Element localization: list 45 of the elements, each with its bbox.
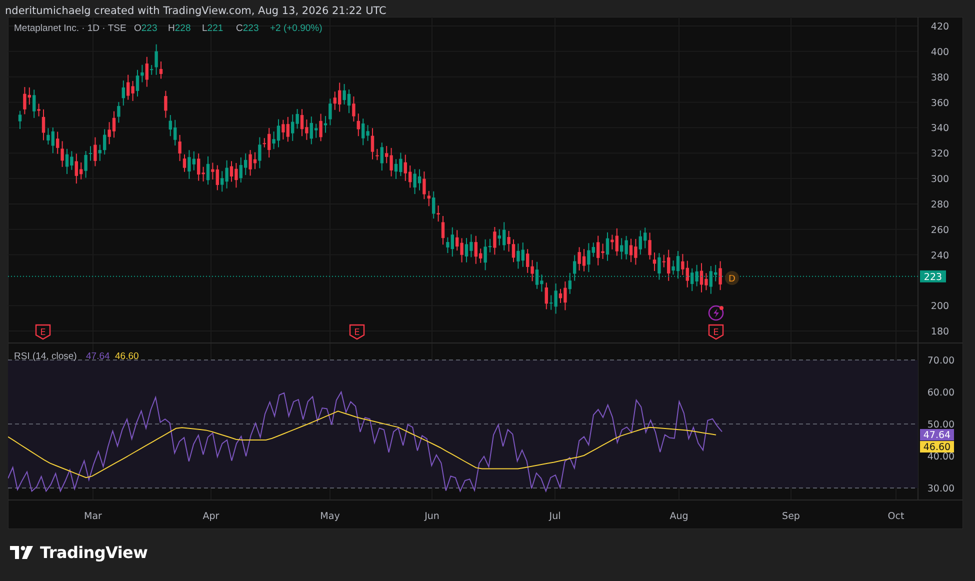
time-tick: Jul — [549, 511, 561, 522]
price-tick: 400 — [930, 46, 950, 58]
symbol-title: Metaplanet Inc. · 1D · TSE — [14, 23, 126, 34]
time-tick: Jun — [424, 511, 440, 522]
earnings-marker[interactable]: E — [35, 324, 51, 340]
time-tick: May — [320, 511, 340, 522]
rsi-average-badge: 46.60 — [920, 441, 954, 453]
ohlc-value: C223 — [236, 23, 259, 34]
logo-text: TradingView — [40, 543, 148, 562]
time-tick: Sep — [782, 511, 800, 522]
last-price-badge: 223 — [920, 270, 946, 283]
ohlc-value: O223 — [134, 23, 158, 34]
price-tick: 180 — [930, 326, 950, 338]
price-tick: 260 — [930, 224, 950, 236]
ohlc-value: L221 — [202, 23, 224, 34]
chart-caption: nderitumichaelg created with TradingView.com, Aug 13, 2026 21:22 UTC — [4, 4, 388, 17]
earnings-marker[interactable]: E — [349, 324, 365, 340]
price-tick: 200 — [930, 301, 950, 312]
dividend-marker[interactable]: D — [725, 271, 739, 285]
time-tick: Aug — [670, 511, 688, 522]
price-tick: 340 — [930, 123, 950, 134]
price-tick: 380 — [930, 72, 950, 84]
price-tick: 240 — [930, 250, 950, 262]
price-tick: 280 — [930, 199, 950, 210]
ohlc-value: H228 — [168, 23, 191, 34]
indicator-title: RSI (14, close) — [14, 351, 77, 362]
price-tick: 360 — [930, 98, 950, 109]
rsi-tick: 60.00 — [927, 388, 955, 398]
price-change: +2 (+0.90%) — [270, 23, 322, 34]
time-tick: Mar — [84, 511, 102, 522]
rsi-tick: 30.00 — [927, 484, 955, 494]
rsi-value-badge: 47.64 — [920, 429, 954, 441]
lightning-icon[interactable] — [708, 305, 724, 321]
earnings-marker[interactable]: E — [708, 324, 724, 340]
price-tick: 420 — [930, 22, 950, 32]
logo-icon — [10, 546, 34, 560]
rsi-tick: 50.00 — [927, 420, 955, 430]
rsi-tick: 70.00 — [927, 356, 955, 366]
rsi-ma-value: 46.60 — [115, 351, 139, 362]
price-tick: 320 — [930, 148, 950, 160]
time-tick: Oct — [888, 511, 904, 522]
rsi-value: 47.64 — [86, 351, 110, 362]
price-tick: 300 — [930, 174, 950, 186]
time-tick: Apr — [202, 511, 220, 522]
rsi-tick: 40.00 — [927, 452, 955, 462]
